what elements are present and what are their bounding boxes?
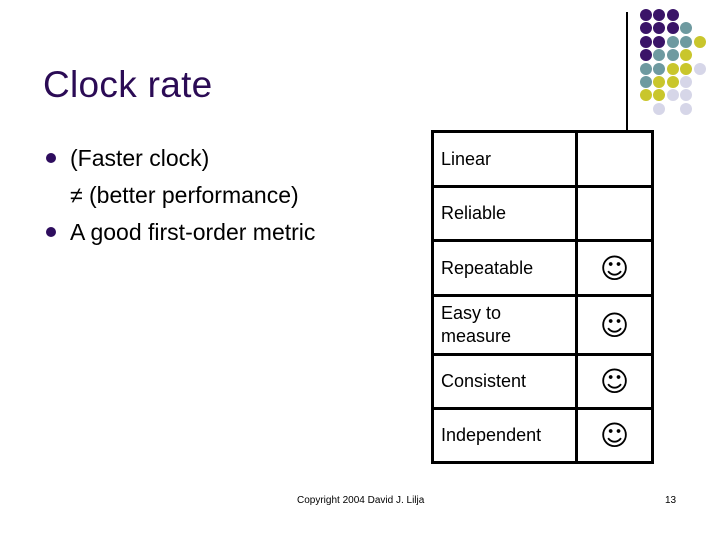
- bullet-dot-icon: [46, 153, 56, 163]
- decorative-dot: [653, 62, 666, 75]
- decorative-dot: [680, 62, 693, 75]
- decorative-dot: [653, 22, 666, 35]
- decorative-dot: [680, 89, 693, 102]
- property-label: Independent: [431, 407, 578, 464]
- decorative-dot: [666, 89, 679, 102]
- decorative-dot: [653, 102, 666, 115]
- decorative-dot: [666, 35, 679, 48]
- bullet-text: A good first-order metric: [70, 219, 316, 245]
- property-label: Reliable: [431, 185, 578, 242]
- bullet-dot-icon: [46, 227, 56, 237]
- decorative-dot: [653, 49, 666, 62]
- decorative-dot: [693, 62, 706, 75]
- decorative-dot: [666, 62, 679, 75]
- property-label: Repeatable: [431, 239, 578, 297]
- page-number: 13: [665, 495, 677, 506]
- decorative-dot: [640, 9, 652, 21]
- decorative-dot: [640, 62, 652, 75]
- slide-title: Clock rate: [43, 64, 213, 105]
- decorative-dot: [693, 35, 706, 48]
- decorative-dot: [653, 76, 666, 88]
- metric-properties-table: Linear Reliable Repeatable ☺ Easy to mea…: [431, 130, 655, 464]
- decorative-dot: [666, 49, 679, 62]
- decorative-dot: [640, 35, 652, 48]
- decorative-dot: [653, 89, 666, 102]
- smiley-icon: ☺: [574, 407, 655, 464]
- decorative-dot: [653, 9, 666, 21]
- smiley-icon: [574, 185, 655, 242]
- table-row: Easy to measure ☺: [431, 294, 655, 356]
- smiley-icon: ☺: [574, 239, 655, 297]
- property-label: Linear: [431, 130, 578, 188]
- bullet-text: ≠ (better performance): [70, 182, 299, 208]
- decorative-dot: [640, 22, 652, 35]
- bullet-item: (Faster clock): [46, 140, 406, 177]
- table-row: Independent ☺: [431, 407, 655, 464]
- property-label: Easy to measure: [431, 294, 578, 356]
- table-row: Consistent ☺: [431, 353, 655, 410]
- bullet-list: (Faster clock) ≠ (better performance) A …: [46, 140, 406, 251]
- decorative-dot: [666, 9, 679, 21]
- decorative-dot: [666, 76, 679, 88]
- table-row: Reliable: [431, 185, 655, 242]
- decorative-dot: [680, 22, 693, 35]
- decorative-dot: [680, 102, 693, 115]
- decorative-vertical-rule: [626, 12, 628, 132]
- decorative-dot: [680, 76, 693, 88]
- smiley-icon: ☺: [574, 353, 655, 410]
- decorative-dot: [680, 49, 693, 62]
- smiley-icon: [574, 130, 655, 188]
- decorative-dot: [640, 89, 652, 102]
- table-row: Repeatable ☺: [431, 239, 655, 297]
- smiley-icon: ☺: [574, 294, 655, 356]
- property-label: Consistent: [431, 353, 578, 410]
- decorative-dot: [680, 35, 693, 48]
- decorative-dot: [640, 49, 652, 62]
- bullet-item: A good first-order metric: [46, 214, 406, 251]
- bullet-continuation: ≠ (better performance): [46, 177, 406, 214]
- decorative-dot: [640, 76, 652, 88]
- decorative-dot: [666, 22, 679, 35]
- footer-copyright: Copyright 2004 David J. Lilja: [297, 495, 425, 506]
- bullet-text: (Faster clock): [70, 145, 210, 171]
- table-row: Linear: [431, 130, 655, 188]
- decorative-dot: [653, 35, 666, 48]
